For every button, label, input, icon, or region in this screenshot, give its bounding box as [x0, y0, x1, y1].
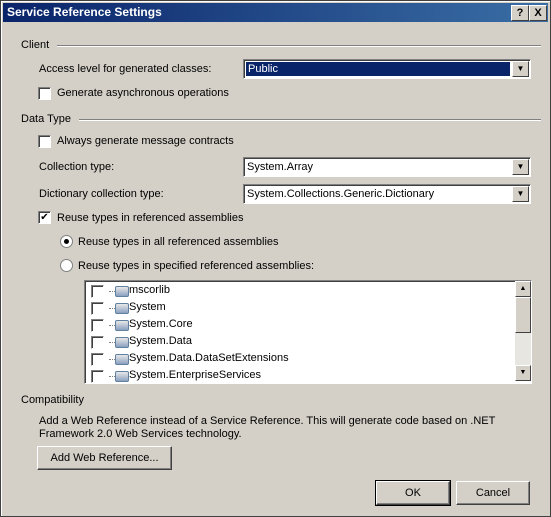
- title-bar[interactable]: Service Reference Settings ? X: [3, 3, 548, 22]
- dictionary-type-dropdown[interactable]: System.Collections.Generic.Dictionary ▼: [243, 184, 531, 204]
- assembly-name: System.Data.DataSetExtensions: [129, 352, 289, 364]
- assembly-icon: [115, 354, 129, 365]
- radio-dot-icon: [64, 239, 69, 244]
- scroll-down-icon[interactable]: ▼: [515, 365, 531, 381]
- assembly-name: System.EnterpriseServices: [129, 369, 262, 381]
- assembly-name: mscorlib: [129, 284, 170, 296]
- reuse-all-label[interactable]: Reuse types in all referenced assemblies: [78, 236, 279, 248]
- assembly-checkbox[interactable]: [91, 370, 104, 383]
- chevron-down-icon[interactable]: ▼: [512, 61, 529, 77]
- assembly-icon: [115, 320, 129, 331]
- assembly-checkbox[interactable]: [91, 302, 104, 315]
- access-level-value: Public: [246, 62, 510, 76]
- access-level-dropdown[interactable]: Public ▼: [243, 59, 531, 79]
- compatibility-description-line1: Add a Web Reference instead of a Service…: [39, 415, 496, 427]
- assembly-icon: [115, 371, 129, 382]
- collection-type-value: System.Array: [247, 161, 314, 173]
- assembly-checkbox[interactable]: [91, 285, 104, 298]
- assembly-name: System: [129, 301, 166, 313]
- client-separator: [57, 45, 541, 47]
- add-web-reference-button[interactable]: Add Web Reference...: [37, 446, 172, 470]
- collection-type-label: Collection type:: [39, 161, 115, 173]
- compatibility-description-line2: Framework 2.0 Web Services technology.: [39, 428, 242, 440]
- ok-button[interactable]: OK: [375, 480, 451, 506]
- collection-type-dropdown[interactable]: System.Array ▼: [243, 157, 531, 177]
- async-checkbox[interactable]: [38, 87, 51, 100]
- data-type-separator: [79, 119, 541, 121]
- listbox-scrollbar[interactable]: ▲ ▼: [515, 281, 531, 381]
- dictionary-type-value: System.Collections.Generic.Dictionary: [247, 188, 435, 200]
- data-type-section-header: Data Type: [21, 113, 71, 125]
- reuse-types-label[interactable]: Reuse types in referenced assemblies: [57, 212, 243, 224]
- dictionary-type-label: Dictionary collection type:: [39, 188, 164, 200]
- reuse-all-radio[interactable]: [60, 235, 73, 248]
- async-label[interactable]: Generate asynchronous operations: [57, 87, 229, 99]
- reuse-types-checkbox[interactable]: ✔: [38, 211, 51, 224]
- assembly-checkbox[interactable]: [91, 336, 104, 349]
- chevron-down-icon[interactable]: ▼: [512, 159, 529, 175]
- access-level-label: Access level for generated classes:: [39, 63, 212, 75]
- close-button[interactable]: X: [529, 5, 547, 21]
- always-generate-label[interactable]: Always generate message contracts: [57, 135, 234, 147]
- scroll-up-icon[interactable]: ▲: [515, 281, 531, 297]
- assembly-icon: [115, 337, 129, 348]
- always-generate-checkbox[interactable]: [38, 135, 51, 148]
- reuse-specified-radio[interactable]: [60, 259, 73, 272]
- scroll-thumb[interactable]: [515, 297, 531, 333]
- assembly-checkbox[interactable]: [91, 353, 104, 366]
- footer-separator: [19, 476, 541, 478]
- client-section-header: Client: [21, 39, 50, 51]
- assembly-name: System.Core: [129, 318, 193, 330]
- compatibility-section-header: Compatibility: [21, 394, 84, 406]
- help-button[interactable]: ?: [511, 5, 529, 21]
- dialog-title: Service Reference Settings: [7, 5, 162, 19]
- assembly-icon: [115, 286, 129, 297]
- service-reference-settings-dialog: Service Reference Settings ? X Client Ac…: [0, 0, 551, 517]
- chevron-down-icon[interactable]: ▼: [512, 186, 529, 202]
- cancel-button[interactable]: Cancel: [456, 481, 530, 505]
- assembly-checkbox[interactable]: [91, 319, 104, 332]
- assemblies-listbox[interactable]: mscorlib System System.Core System.Data …: [84, 280, 532, 384]
- assembly-icon: [115, 303, 129, 314]
- assembly-name: System.Data: [129, 335, 192, 347]
- reuse-specified-label[interactable]: Reuse types in specified referenced asse…: [78, 260, 314, 272]
